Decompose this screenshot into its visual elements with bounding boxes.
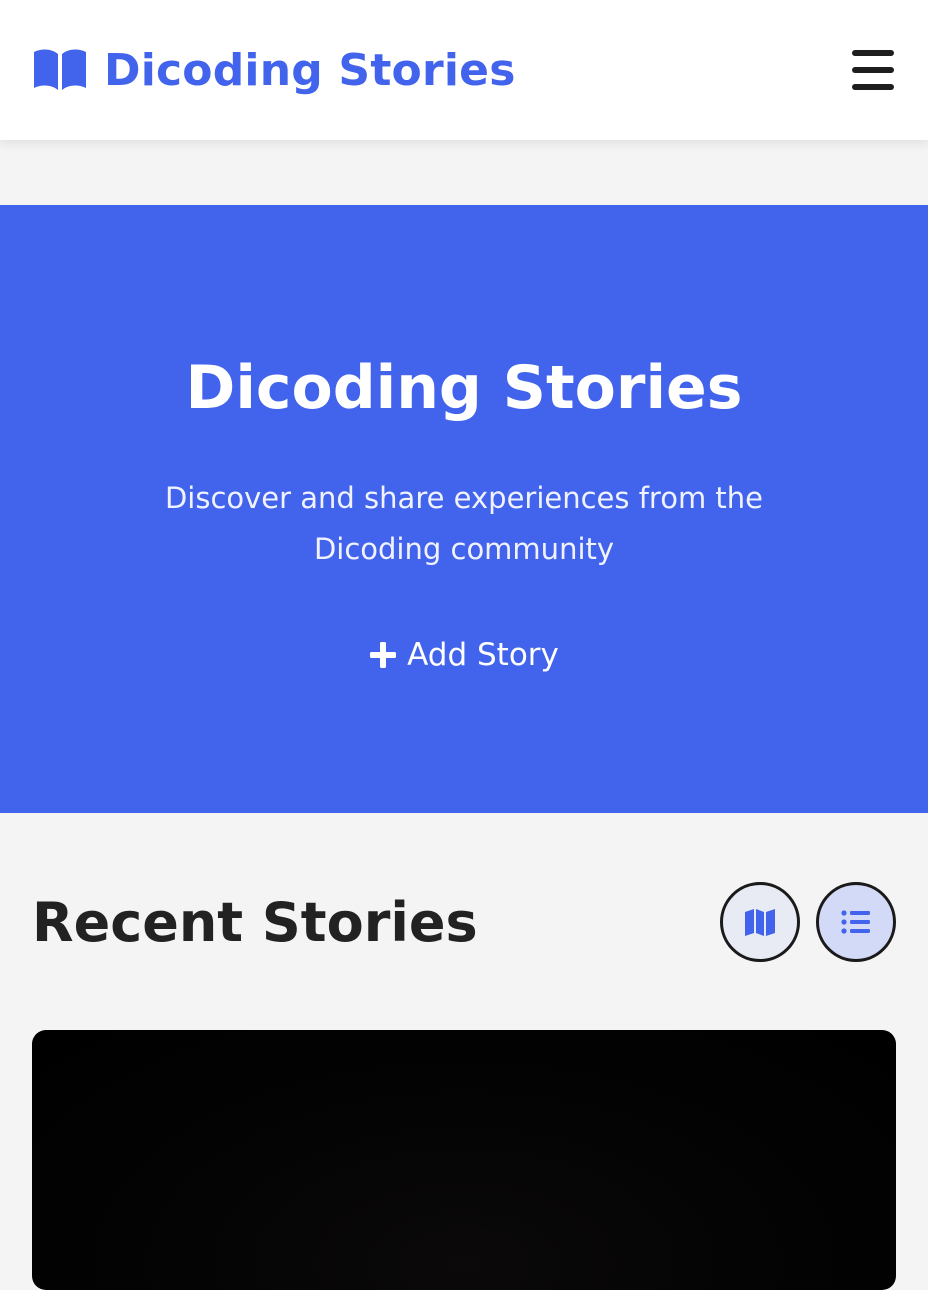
list-view-button[interactable]: [816, 882, 896, 962]
recent-stories-title: Recent Stories: [32, 891, 478, 954]
open-book-icon: [34, 49, 86, 90]
brand-link[interactable]: Dicoding Stories: [32, 45, 516, 96]
hamburger-bar: [852, 84, 894, 90]
plus-icon: [370, 642, 397, 668]
hamburger-menu-icon: [852, 50, 894, 56]
hamburger-bar: [852, 67, 894, 73]
hero-subtitle: Discover and share experiences from the …: [164, 481, 764, 566]
map-icon: [745, 909, 775, 936]
brand-name: Dicoding Stories: [104, 44, 516, 96]
list-icon: [841, 910, 870, 934]
story-card-image[interactable]: [32, 1030, 896, 1290]
app-header: Dicoding Stories: [0, 0, 928, 140]
map-view-button[interactable]: [720, 882, 800, 962]
add-story-button[interactable]: Add Story: [0, 637, 928, 673]
hamburger-menu-button[interactable]: [852, 50, 896, 90]
add-story-label: Add Story: [407, 637, 559, 673]
hero-title: Dicoding Stories: [185, 353, 743, 423]
hero-banner: Dicoding Stories Discover and share expe…: [0, 205, 928, 813]
